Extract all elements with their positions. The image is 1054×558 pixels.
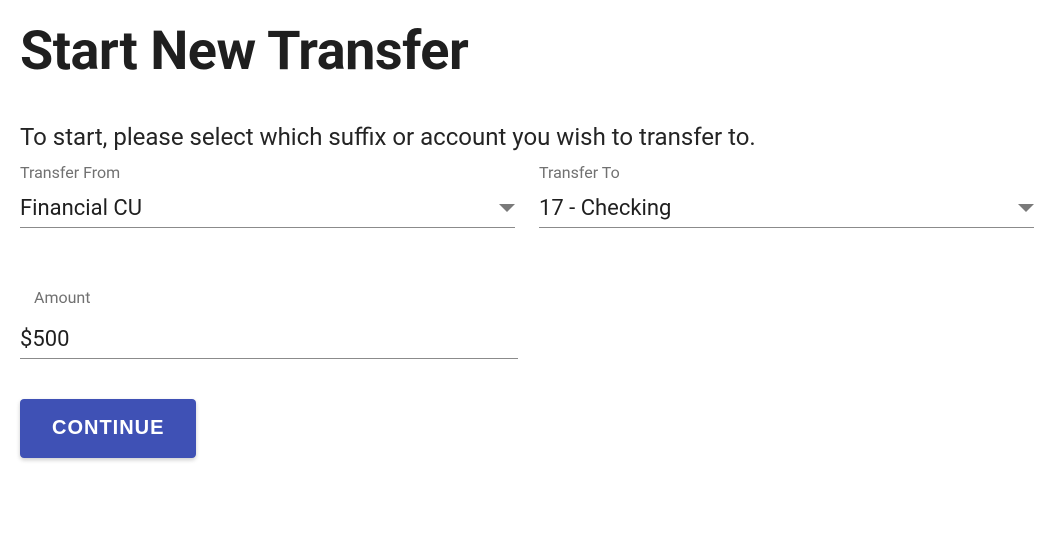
transfer-from-value: Financial CU [20,196,142,221]
page-title: Start New Transfer [20,20,1034,83]
transfer-from-label: Transfer From [20,163,515,182]
transfer-to-value: 17 - Checking [539,196,671,221]
chevron-down-icon [1018,199,1034,218]
amount-input[interactable] [20,321,518,359]
chevron-down-icon [499,199,515,218]
transfer-from-select[interactable]: Financial CU [20,190,515,228]
continue-button[interactable]: CONTINUE [20,399,196,458]
amount-label: Amount [20,288,518,307]
transfer-to-label: Transfer To [539,163,1034,182]
instruction-text: To start, please select which suffix or … [20,123,1034,151]
transfer-to-select[interactable]: 17 - Checking [539,190,1034,228]
